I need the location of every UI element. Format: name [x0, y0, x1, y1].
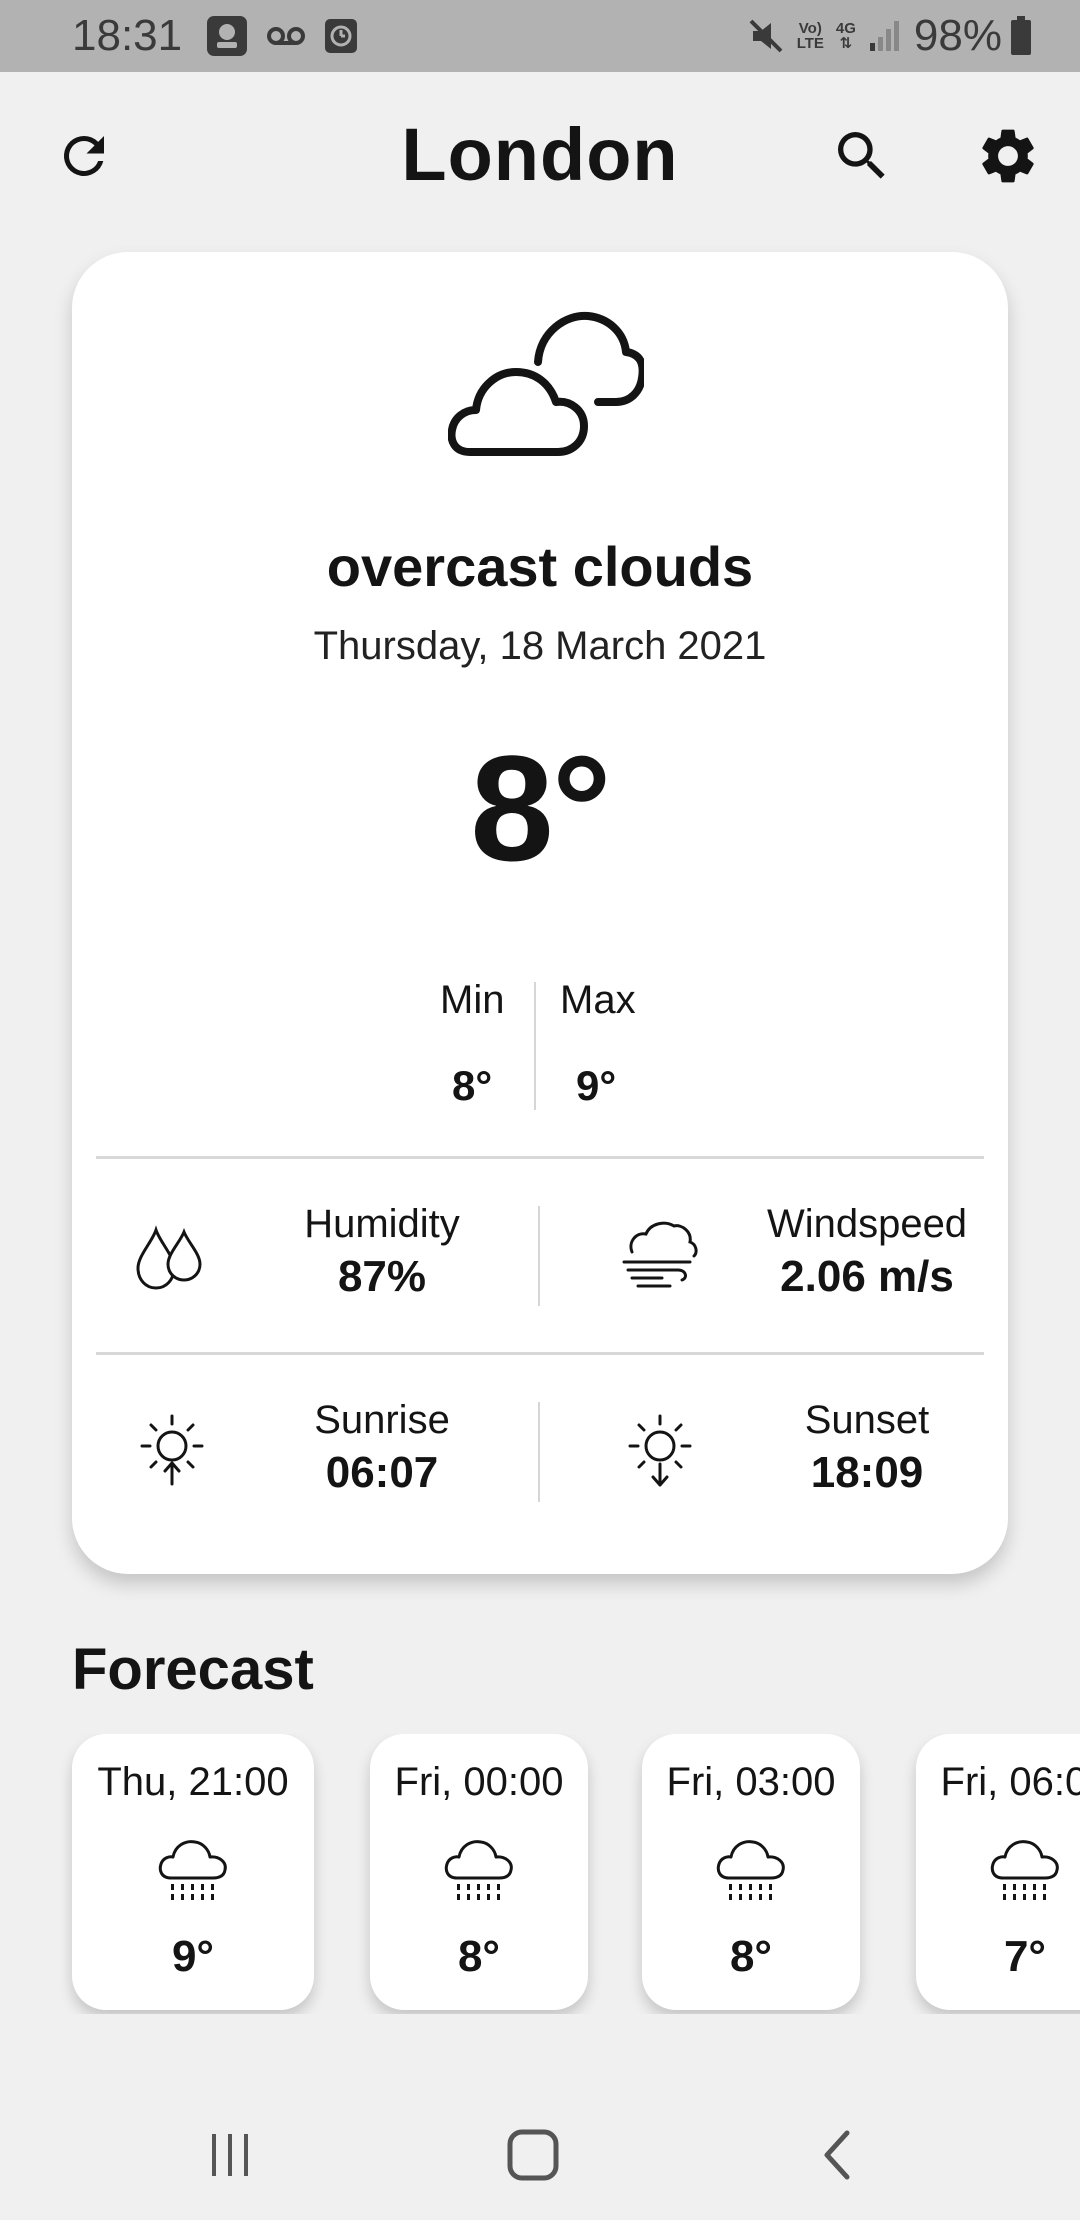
overcast-clouds-icon [448, 311, 644, 456]
forecast-title: Forecast [72, 1637, 314, 1702]
forecast-card[interactable]: Fri, 06:00 7° [916, 1734, 1080, 2010]
divider [538, 1206, 540, 1306]
signal-icon [868, 19, 902, 53]
wind-icon [610, 1204, 710, 1304]
search-icon [838, 132, 885, 179]
humidity-icon [122, 1204, 222, 1304]
recent-apps-icon [212, 2134, 248, 2176]
home-button[interactable] [488, 2110, 578, 2200]
back-icon [824, 2130, 850, 2180]
forecast-time: Fri, 00:00 [394, 1760, 564, 1804]
gallery-icon [206, 15, 248, 57]
system-nav-bar [0, 2090, 1080, 2220]
current-temperature: 8° [470, 724, 611, 892]
battery-icon [1010, 16, 1032, 56]
clock-icon [324, 18, 358, 54]
windspeed-value: 2.06 m/s [780, 1252, 954, 1301]
sunset-value: 18:09 [810, 1448, 924, 1497]
back-button[interactable] [792, 2110, 882, 2200]
recent-apps-button[interactable] [186, 2110, 276, 2200]
max-label: Max [560, 978, 636, 1022]
divider [96, 1156, 984, 1159]
forecast-temp: 8° [729, 1932, 773, 1981]
settings-button[interactable] [968, 116, 1048, 196]
page-title: London [401, 113, 679, 196]
date-text: Thursday, 18 March 2021 [313, 624, 767, 668]
volte-text: Vo) [798, 20, 822, 37]
forecast-time: Thu, 21:00 [97, 1760, 289, 1804]
forecast-temp: 8° [457, 1932, 501, 1981]
sunrise-icon [122, 1400, 222, 1500]
current-weather-card: overcast clouds Thursday, 18 March 2021 … [72, 252, 1008, 1574]
windspeed-label: Windspeed [766, 1202, 968, 1246]
forecast-time: Fri, 06:00 [940, 1760, 1080, 1804]
home-icon [507, 2129, 559, 2181]
forecast-card[interactable]: Thu, 21:00 9° [72, 1734, 314, 2010]
forecast-time: Fri, 03:00 [666, 1760, 836, 1804]
app-bar: London [0, 72, 1080, 242]
rain-icon [444, 1840, 513, 1900]
sunset-label: Sunset [804, 1398, 930, 1442]
forecast-temp: 7° [1003, 1932, 1047, 1981]
lte-text: LTE [796, 35, 824, 52]
mute-icon [747, 17, 785, 55]
humidity-label: Humidity [304, 1202, 460, 1246]
max-value: 9° [576, 1062, 617, 1109]
forecast-list[interactable]: Thu, 21:00 9° Fri, 00:00 8° Fri, 03:00 8… [0, 1734, 1080, 2014]
gear-icon [982, 129, 1034, 183]
status-time: 18:31 [72, 11, 183, 60]
rain-icon [158, 1840, 227, 1900]
rain-icon [990, 1840, 1059, 1900]
forecast-temp: 9° [171, 1932, 215, 1981]
divider [538, 1402, 540, 1502]
forecast-card[interactable]: Fri, 03:00 8° [642, 1734, 860, 2010]
condition-text: overcast clouds [326, 535, 754, 598]
divider [96, 1352, 984, 1355]
forecast-card[interactable]: Fri, 00:00 8° [370, 1734, 588, 2010]
status-bar: 18:31 Vo) LTE 4G ⇅ 98% [0, 0, 1080, 72]
sunrise-label: Sunrise [314, 1398, 450, 1442]
humidity-value: 87% [337, 1252, 427, 1301]
network-text: 4G [835, 20, 856, 37]
min-label: Min [440, 978, 505, 1022]
4g-icon: 4G ⇅ [835, 20, 856, 52]
sunset-icon [610, 1400, 710, 1500]
volte-icon: Vo) LTE [797, 21, 824, 51]
search-button[interactable] [822, 116, 902, 196]
battery-percent: 98% [913, 11, 1002, 60]
min-max-divider [534, 982, 536, 1110]
voicemail-icon [266, 24, 306, 48]
rain-icon [716, 1840, 785, 1900]
min-value: 8° [452, 1062, 493, 1109]
sunrise-value: 06:07 [325, 1448, 439, 1497]
